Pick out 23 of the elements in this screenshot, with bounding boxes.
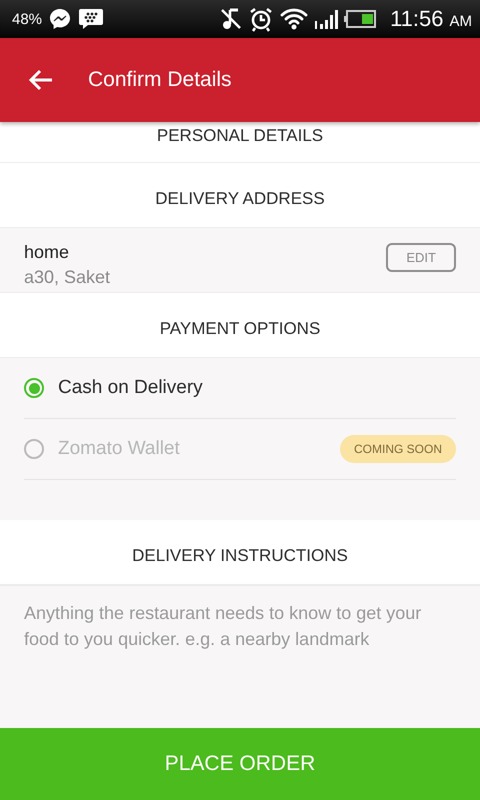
address-name: home bbox=[24, 242, 70, 263]
battery-icon bbox=[344, 9, 376, 29]
screen-title: Confirm Details bbox=[88, 68, 232, 92]
clock-time: 11:56 bbox=[390, 6, 444, 32]
signal-icon bbox=[314, 8, 338, 30]
place-order-button[interactable]: PLACE ORDER bbox=[0, 728, 480, 800]
alarm-icon bbox=[248, 6, 274, 32]
back-arrow-icon bbox=[28, 69, 54, 91]
chat-icon bbox=[78, 7, 104, 31]
address-row[interactable]: home a30, Saket EDIT bbox=[0, 228, 480, 293]
battery-percent: 48% bbox=[12, 10, 42, 28]
clock-meridiem: AM bbox=[450, 13, 472, 30]
instructions-field[interactable]: Anything the restaurant needs to know to get your food to you quicker. e.g. a nearby landmark bbox=[0, 585, 480, 728]
edit-button[interactable]: EDIT bbox=[386, 242, 456, 272]
payment-option[interactable]: Cash on Delivery bbox=[24, 358, 456, 419]
wifi-icon bbox=[280, 7, 308, 31]
address-line: a30, Saket bbox=[24, 267, 110, 288]
muted-music-icon bbox=[220, 6, 242, 32]
option-label: Zomato Wallet bbox=[58, 438, 181, 460]
status-badge: COMING SOON bbox=[340, 435, 456, 463]
option-label: Cash on Delivery bbox=[58, 377, 204, 399]
radio-button[interactable] bbox=[24, 378, 44, 398]
messenger-icon bbox=[48, 7, 72, 31]
